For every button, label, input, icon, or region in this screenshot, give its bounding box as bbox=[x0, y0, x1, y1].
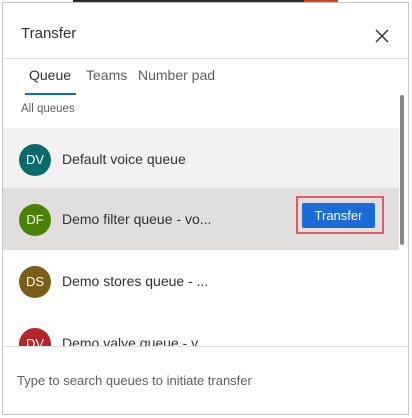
queue-name: Default voice queue bbox=[62, 151, 186, 167]
avatar: DV bbox=[19, 144, 51, 176]
active-tab-indicator bbox=[25, 93, 76, 95]
queue-name: Demo valve queue - v... bbox=[62, 335, 209, 346]
scrollbar-thumb[interactable] bbox=[400, 95, 404, 245]
queue-name: Demo stores queue - ... bbox=[62, 273, 209, 289]
queue-list-scrollbar[interactable] bbox=[399, 91, 405, 351]
avatar: DV bbox=[19, 328, 51, 346]
queue-name: Demo filter queue - vo... bbox=[62, 211, 212, 227]
transfer-button-highlight: Transfer bbox=[296, 196, 384, 234]
section-label-all-queues: All queues bbox=[21, 103, 75, 115]
dialog-title: Transfer bbox=[21, 25, 77, 42]
transfer-dialog: Transfer Queue Teams Number pad All queu… bbox=[2, 2, 409, 415]
search-divider bbox=[3, 346, 408, 347]
close-button[interactable] bbox=[373, 27, 391, 45]
queue-row[interactable]: DV Default voice queue bbox=[3, 128, 399, 190]
transfer-button[interactable]: Transfer bbox=[302, 203, 375, 228]
queue-search-input[interactable] bbox=[17, 369, 387, 391]
tab-queue[interactable]: Queue bbox=[29, 67, 71, 83]
queue-row[interactable]: DS Demo stores queue - ... bbox=[3, 250, 399, 312]
queue-list: DV Default voice queue DF Demo filter qu… bbox=[3, 128, 399, 346]
tab-number-pad[interactable]: Number pad bbox=[138, 67, 215, 83]
queue-row[interactable]: DF Demo filter queue - vo... Transfer bbox=[3, 188, 399, 250]
header-divider bbox=[3, 58, 408, 59]
avatar: DS bbox=[19, 266, 51, 298]
queue-row[interactable]: DV Demo valve queue - v... bbox=[3, 312, 399, 346]
close-icon bbox=[375, 29, 389, 43]
avatar: DF bbox=[19, 204, 51, 236]
tab-teams[interactable]: Teams bbox=[86, 67, 127, 83]
